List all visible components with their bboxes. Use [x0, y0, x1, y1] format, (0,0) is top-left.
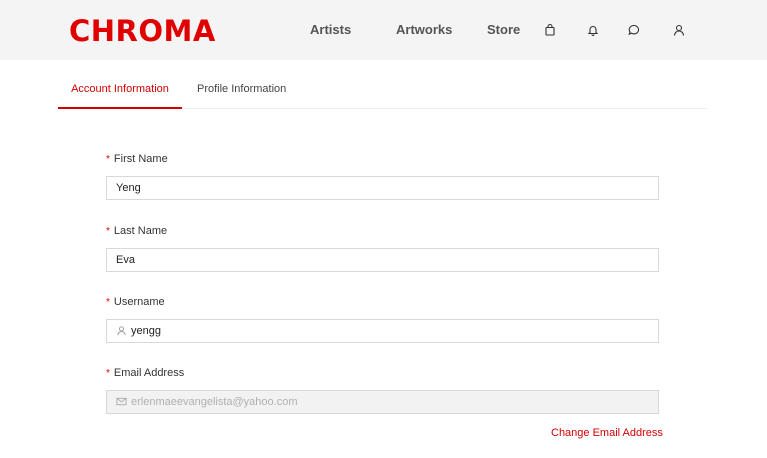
last-name-label: * Last Name	[106, 225, 168, 237]
required-mark: *	[106, 297, 110, 308]
bell-icon[interactable]	[586, 23, 600, 37]
last-name-field[interactable]: Eva	[106, 248, 659, 272]
email-field: erlenmaeevangelista@yahoo.com	[106, 390, 659, 414]
username-label: * Username	[106, 296, 165, 308]
shopping-bag-icon[interactable]	[543, 23, 557, 37]
user-icon[interactable]	[672, 23, 686, 37]
account-tabs: Account Information Profile Information	[58, 72, 707, 109]
nav-artworks[interactable]: Artworks	[396, 22, 452, 38]
last-name-value: Eva	[116, 254, 135, 266]
username-value: yengg	[131, 325, 161, 337]
first-name-value: Yeng	[116, 182, 141, 194]
first-name-field[interactable]: Yeng	[106, 176, 659, 200]
nav-artists[interactable]: Artists	[310, 22, 351, 38]
chat-icon[interactable]	[627, 23, 641, 37]
required-mark: *	[106, 226, 110, 237]
mail-icon	[116, 396, 127, 407]
user-icon	[116, 325, 127, 336]
first-name-label: * First Name	[106, 153, 168, 165]
brand-logo[interactable]: CHROMA	[69, 14, 216, 48]
email-value: erlenmaeevangelista@yahoo.com	[131, 396, 298, 408]
tab-account-information[interactable]: Account Information	[58, 72, 182, 109]
tab-profile-information[interactable]: Profile Information	[197, 72, 286, 107]
nav-store[interactable]: Store	[487, 22, 520, 38]
required-mark: *	[106, 154, 110, 165]
required-mark: *	[106, 368, 110, 379]
change-email-link[interactable]: Change Email Address	[551, 426, 663, 440]
top-header: CHROMA Artists Artworks Store	[0, 0, 767, 60]
email-label: * Email Address	[106, 367, 185, 379]
username-field[interactable]: yengg	[106, 319, 659, 343]
